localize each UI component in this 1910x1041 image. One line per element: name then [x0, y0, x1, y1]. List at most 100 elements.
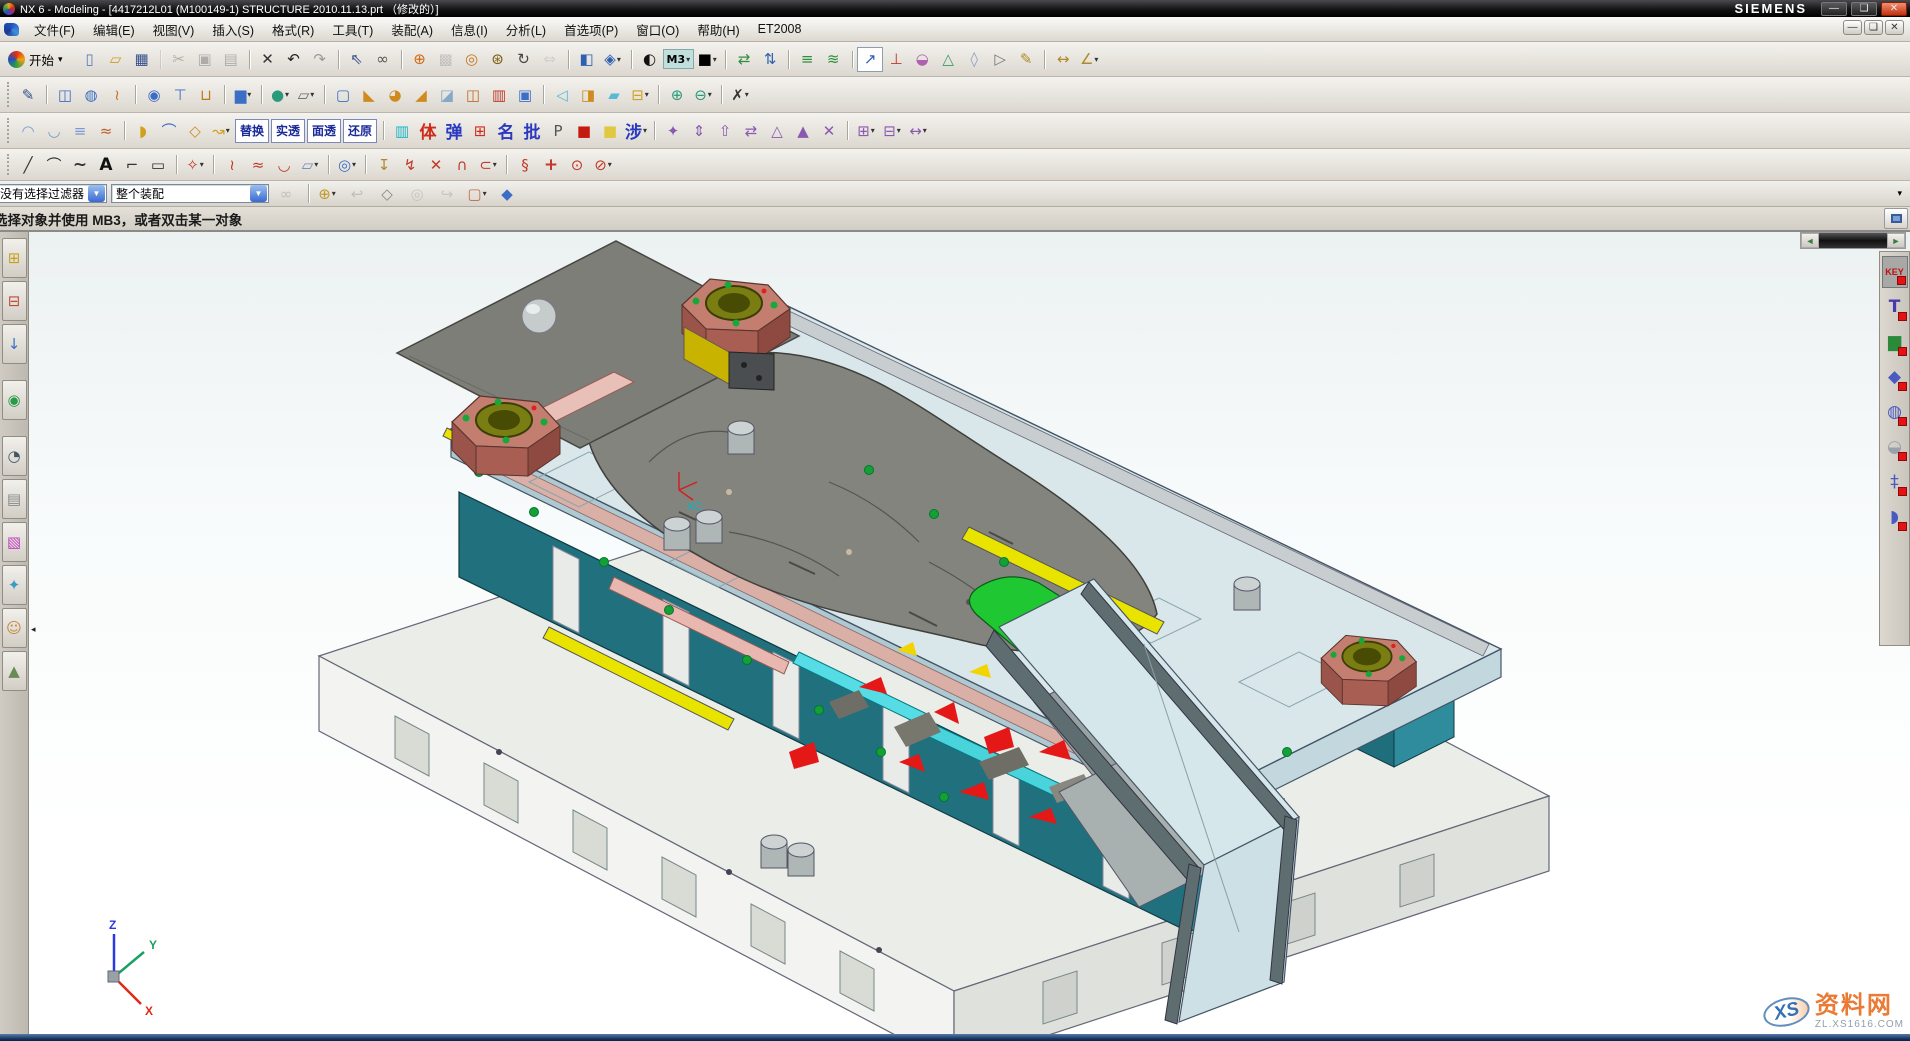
copy-icon[interactable]: ▣: [192, 47, 218, 72]
pocket-icon[interactable]: ⊔: [193, 82, 219, 107]
layer-settings-icon[interactable]: ≡: [794, 47, 820, 72]
linked-body-icon[interactable]: ▣: [512, 82, 538, 107]
scroll-right-icon[interactable]: ►: [1887, 233, 1905, 248]
menu-window[interactable]: 窗口(O): [627, 17, 688, 42]
menu-format[interactable]: 格式(R): [263, 17, 323, 42]
interference-cube-icon[interactable]: ◇: [374, 181, 400, 206]
spline-icon[interactable]: ~: [67, 152, 93, 177]
intersection-curve-icon[interactable]: ✕: [423, 152, 449, 177]
cut-icon[interactable]: ✂: [166, 47, 192, 72]
boolean-add-icon[interactable]: ⊕: [664, 82, 690, 107]
child-minimize-button[interactable]: —: [1843, 20, 1862, 35]
object-display-icon[interactable]: ◒: [909, 47, 935, 72]
menu-file[interactable]: 文件(F): [25, 17, 84, 42]
maximize-button[interactable]: ❑: [1851, 2, 1877, 16]
toolbar-grip[interactable]: [7, 154, 12, 176]
bridge-curve-icon[interactable]: ◡: [271, 152, 297, 177]
roles-tab[interactable]: ☺: [2, 608, 27, 648]
datum-csys-icon[interactable]: ⊥: [883, 47, 909, 72]
stitch-icon[interactable]: ▥: [486, 82, 512, 107]
menu-preferences[interactable]: 首选项(P): [555, 17, 627, 42]
immediate-hide-icon[interactable]: ◊: [961, 47, 987, 72]
assembly-copy-icon[interactable]: ⊞: [853, 118, 879, 143]
view-m3-button[interactable]: M3: [663, 49, 695, 69]
view-orientation-icon[interactable]: ◈: [600, 47, 626, 72]
snap-point-icon[interactable]: ⊕: [314, 181, 340, 206]
fit-view-icon[interactable]: ⊕: [407, 47, 433, 72]
patch-icon[interactable]: ◪: [434, 82, 460, 107]
reuse-library-tab[interactable]: ◉: [2, 380, 27, 420]
assembly-mirror-icon[interactable]: ⊟: [879, 118, 905, 143]
toolbar-overflow-icon[interactable]: ▾: [1897, 188, 1902, 199]
through-curves-icon[interactable]: ◡: [41, 118, 67, 143]
bridge-surface-icon[interactable]: ⌒: [156, 118, 182, 143]
measure-distance-icon[interactable]: ↔: [1050, 47, 1076, 72]
shell-icon[interactable]: ▢: [330, 82, 356, 107]
snap-edit-icon[interactable]: ✎: [1013, 47, 1039, 72]
offset-3d-curve-icon[interactable]: ≈: [245, 152, 271, 177]
hole-icon[interactable]: ◉: [141, 82, 167, 107]
chamfer-icon[interactable]: ◢: [408, 82, 434, 107]
selection-target-icon[interactable]: ◎: [404, 181, 430, 206]
solid-translucent-button[interactable]: 实透: [271, 119, 305, 143]
tube-icon[interactable]: ◎: [334, 152, 360, 177]
trim-body-icon[interactable]: ◁: [549, 82, 575, 107]
rotate-component-icon[interactable]: ⇅: [757, 47, 783, 72]
toolbar-grip[interactable]: [7, 118, 12, 143]
sew-icon[interactable]: ◫: [460, 82, 486, 107]
menu-insert[interactable]: 插入(S): [203, 17, 263, 42]
n-side-surface-icon[interactable]: ◇: [182, 118, 208, 143]
new-file-icon[interactable]: ▯: [77, 47, 103, 72]
revolve-icon[interactable]: ◍: [78, 82, 104, 107]
cross-curve-icon[interactable]: +: [538, 152, 564, 177]
body-button[interactable]: 体: [415, 118, 441, 143]
pan-view-icon[interactable]: ⇔: [537, 47, 563, 72]
close-button[interactable]: ✕: [1881, 2, 1907, 16]
draft-icon[interactable]: ◣: [356, 82, 382, 107]
locator-sphere[interactable]: [522, 299, 556, 333]
start-menu-button[interactable]: 开始: [4, 48, 71, 71]
scrollbar-track[interactable]: [1819, 233, 1887, 248]
materials-tab[interactable]: ▧: [2, 522, 27, 562]
assembly-pattern-icon[interactable]: △: [764, 118, 790, 143]
boss-icon[interactable]: ⊤: [167, 82, 193, 107]
undo-selection-icon[interactable]: ↩: [344, 181, 370, 206]
menu-edit[interactable]: 编辑(E): [84, 17, 144, 42]
show-hide-icon[interactable]: △: [935, 47, 961, 72]
selection-hook-icon[interactable]: ↪: [434, 181, 460, 206]
datum-plane-icon[interactable]: ▱: [293, 82, 319, 107]
minimize-button[interactable]: —: [1821, 2, 1847, 16]
redo-icon[interactable]: ↷: [307, 47, 333, 72]
clip-section-icon[interactable]: ◐: [637, 47, 663, 72]
edge-blend-icon[interactable]: ◕: [382, 82, 408, 107]
undo-icon[interactable]: ↶: [281, 47, 307, 72]
open-file-icon[interactable]: ▱: [103, 47, 129, 72]
view-section-icon[interactable]: ≋: [820, 47, 846, 72]
toolbar-grip[interactable]: [7, 82, 12, 107]
text-icon[interactable]: A: [93, 152, 119, 177]
extrude-icon[interactable]: ◫: [52, 82, 78, 107]
history-tab[interactable]: ◔: [2, 436, 27, 476]
arc-icon[interactable]: ⌒: [41, 152, 67, 177]
measure-angle-icon[interactable]: ∠: [1076, 47, 1102, 72]
sweep-icon[interactable]: ≀: [104, 82, 130, 107]
part-navigator-tab[interactable]: ↓: [2, 324, 27, 364]
palette-cup-part[interactable]: ◒: [1882, 431, 1908, 463]
palette-green-block-part[interactable]: ▆: [1882, 326, 1908, 358]
studio-spline-icon[interactable]: ✧: [182, 152, 208, 177]
batch-button[interactable]: 批: [519, 118, 545, 143]
helix-icon[interactable]: §: [512, 152, 538, 177]
split-body-icon[interactable]: ◨: [575, 82, 601, 107]
replace-display-button[interactable]: 替换: [235, 119, 269, 143]
shaded-cube-icon[interactable]: ◆: [494, 181, 520, 206]
palette-t-part[interactable]: T: [1882, 291, 1908, 323]
sweep-along-icon[interactable]: ↝: [208, 118, 234, 143]
section-surface-icon[interactable]: ◗: [130, 118, 156, 143]
assembly-measure-icon[interactable]: ↔: [905, 118, 931, 143]
menu-tools[interactable]: 工具(T): [323, 17, 382, 42]
unite-icon[interactable]: ●: [267, 82, 293, 107]
select-arrow-icon[interactable]: ▷: [987, 47, 1013, 72]
palette-shaft-part[interactable]: ‡: [1882, 466, 1908, 498]
palette-joint-part[interactable]: ◗: [1882, 501, 1908, 533]
position-label-button[interactable]: P: [545, 118, 571, 143]
